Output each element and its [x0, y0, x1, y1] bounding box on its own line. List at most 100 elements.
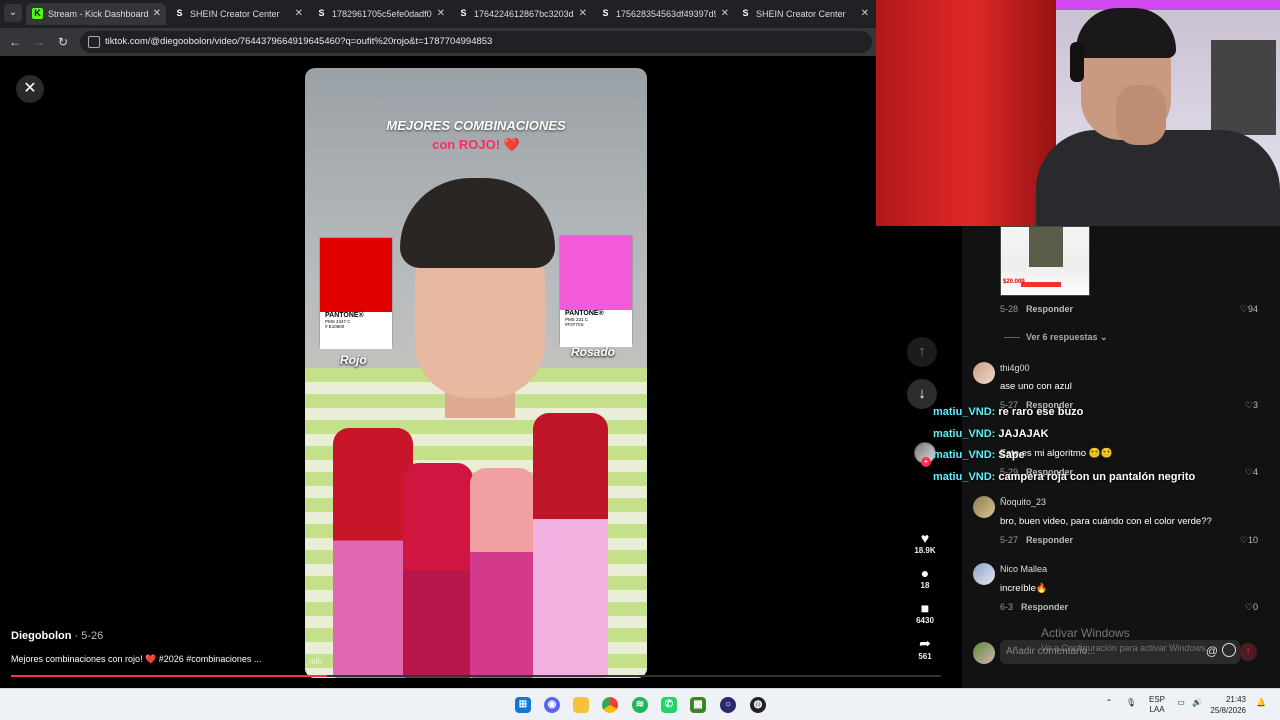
- next-video-button[interactable]: ↓: [907, 379, 937, 409]
- clock[interactable]: 21:43 25/8/2026: [1206, 694, 1246, 716]
- tab-close-icon[interactable]: ✕: [153, 3, 161, 25]
- browser-toolbar: ← → ↻ tiktok.com/@diegoobolon/video/7644…: [0, 28, 876, 56]
- comment-username[interactable]: thi4g00: [1000, 363, 1030, 373]
- video-progress-bar[interactable]: [11, 675, 941, 677]
- comment-like[interactable]: ♡0: [1218, 602, 1258, 613]
- emoji-icon[interactable]: [1222, 643, 1236, 657]
- tab-shein-creator-center-2[interactable]: S SHEIN Creator Center ✕: [734, 3, 874, 25]
- whatsapp-icon[interactable]: ✆: [661, 697, 677, 713]
- pantone-swatch-pink: PANTONE® PMS 231 C #F377C6: [560, 236, 632, 347]
- activate-windows-title: Activar Windows: [1041, 626, 1130, 640]
- comment-like[interactable]: ♡10: [1218, 535, 1258, 546]
- post-comment-button[interactable]: ↑: [1239, 643, 1257, 661]
- post-date: · 5-26: [71, 630, 104, 642]
- like-button[interactable]: ♥ 18.9K: [904, 530, 946, 555]
- tiktok-video-page: ✕ MEJORES COMBINACIONES con ROJO! ❤️ PAN…: [0, 56, 876, 688]
- comment-like[interactable]: ♡3: [1218, 400, 1258, 411]
- reply-button[interactable]: Responder: [1021, 602, 1068, 612]
- avatar[interactable]: [973, 563, 995, 585]
- app-ring-icon[interactable]: ○: [720, 697, 736, 713]
- tab-label: 1782961705c5efe0dadf01b: [332, 9, 432, 19]
- comment-text: bro, buen video, para cuándo con el colo…: [1000, 516, 1212, 527]
- reply-button[interactable]: Responder: [1026, 304, 1073, 314]
- tab-close-icon[interactable]: ✕: [295, 3, 303, 25]
- volume-icon[interactable]: 🔊: [1190, 698, 1204, 720]
- network-icon[interactable]: ▭: [1174, 698, 1188, 720]
- chat-message: matiu_VND: campera roja con un pantalón …: [933, 471, 1195, 483]
- tab-close-icon[interactable]: ✕: [721, 3, 729, 25]
- swatch-chip: [325, 243, 387, 309]
- tab-close-icon[interactable]: ✕: [437, 3, 445, 25]
- tab-shein-image-1[interactable]: S 1782961705c5efe0dadf01b ✕: [310, 3, 450, 25]
- comment-like[interactable]: ♡4: [1218, 467, 1258, 478]
- video-player[interactable]: MEJORES COMBINACIONES con ROJO! ❤️ PANTO…: [305, 68, 647, 678]
- reload-icon[interactable]: ↻: [55, 34, 71, 50]
- share-button[interactable]: ➦ 561: [904, 635, 946, 661]
- language-code: ESP: [1148, 695, 1165, 704]
- tab-shein-image-3[interactable]: S 175628354563df49397d9 ✕: [594, 3, 734, 25]
- tray-chevron-icon[interactable]: ⌃: [1103, 698, 1115, 720]
- comment-username[interactable]: Ñoquito_23: [1000, 497, 1046, 507]
- author-name[interactable]: Diegobolon: [11, 630, 72, 642]
- spotify-icon[interactable]: ≋: [632, 697, 648, 713]
- reply-button[interactable]: Responder: [1026, 535, 1073, 545]
- forward-arrow-icon[interactable]: →: [31, 34, 47, 50]
- notification-icon[interactable]: 🔔: [1254, 698, 1268, 720]
- tab-shein-image-2[interactable]: S 1764224612867bc3203d0 ✕: [452, 3, 592, 25]
- close-video-button[interactable]: ✕: [16, 75, 44, 103]
- view-replies-label[interactable]: Ver 6 respuestas ⌄: [1026, 332, 1108, 342]
- tab-search-chevron-icon[interactable]: ⌄: [4, 4, 22, 22]
- chrome-icon[interactable]: [602, 697, 618, 713]
- windows-taskbar: ⊞ ◉ ≋ ✆ ▦ ○ ◍ ⌃ 🎙 ESP LAA ▭ 🔊 21:43 25/8…: [0, 688, 1280, 720]
- model-track-jacket: [533, 413, 608, 678]
- tab-kick-dashboard[interactable]: K Stream - Kick Dashboard ✕: [26, 3, 166, 25]
- tab-close-icon[interactable]: ✕: [861, 3, 869, 25]
- previous-video-button[interactable]: ↑: [907, 337, 937, 367]
- file-explorer-icon[interactable]: [573, 697, 589, 713]
- comment-text: ase uno con azul: [1000, 381, 1072, 392]
- input-language[interactable]: ESP LAA: [1146, 695, 1168, 720]
- minecraft-icon[interactable]: ▦: [690, 697, 706, 713]
- discord-icon[interactable]: ◉: [544, 697, 560, 713]
- tab-close-icon[interactable]: ✕: [579, 3, 587, 25]
- comment-like-count: 0: [1252, 602, 1258, 612]
- clock-time: 21:43: [1225, 695, 1246, 704]
- comment-count: 18: [920, 581, 930, 590]
- address-bar[interactable]: tiktok.com/@diegoobolon/video/7644379664…: [80, 31, 872, 53]
- avatar[interactable]: [973, 496, 995, 518]
- swatch-brand: PANTONE®: [325, 312, 364, 319]
- post-caption[interactable]: Mejores combinaciones con rojo! ❤️ #2026…: [11, 654, 261, 665]
- back-arrow-icon[interactable]: ←: [7, 34, 23, 50]
- chat-message: matiu_VND: Sape: [933, 449, 1025, 461]
- view-replies-button[interactable]: Ver 6 respuestas ⌄: [1004, 332, 1108, 343]
- video-watermark: mih: [309, 657, 322, 666]
- comment-date: 5-27: [1000, 535, 1019, 545]
- site-info-icon[interactable]: [88, 36, 100, 48]
- pantone-swatch-red: PANTONE® PMS 2347 C # E10600: [320, 238, 392, 349]
- save-button[interactable]: ■ 6430: [904, 600, 946, 625]
- model-red-jacket: [333, 428, 413, 678]
- tab-label: 1764224612867bc3203d0: [474, 9, 574, 19]
- replies-divider: [1004, 337, 1020, 339]
- avatar[interactable]: [973, 362, 995, 384]
- shein-icon: S: [176, 8, 183, 18]
- comment-username[interactable]: Nico Mallea: [1000, 564, 1047, 574]
- url-text[interactable]: tiktok.com/@diegoobolon/video/7644379664…: [105, 31, 492, 53]
- swatch-hex: # E10600: [325, 324, 345, 329]
- comment-text: increíble🔥: [1000, 583, 1048, 594]
- swatch-hex: #F377C6: [565, 322, 584, 327]
- comment-image[interactable]: $20.009: [1000, 226, 1090, 296]
- clock-date: 25/8/2026: [1210, 706, 1246, 715]
- microphone-icon[interactable]: 🎙: [1124, 698, 1138, 720]
- video-progress-fill: [11, 675, 328, 677]
- start-icon[interactable]: ⊞: [515, 697, 531, 713]
- comment-button[interactable]: ● 18: [904, 565, 946, 590]
- comment-like[interactable]: ♡94: [1218, 304, 1258, 315]
- obs-icon[interactable]: ◍: [750, 697, 766, 713]
- post-author[interactable]: Diegobolon · 5-26: [11, 630, 103, 642]
- shein-icon: S: [318, 8, 325, 18]
- follow-plus-icon[interactable]: +: [921, 457, 931, 467]
- tab-shein-creator-center[interactable]: S SHEIN Creator Center ✕: [168, 3, 308, 25]
- kick-icon: K: [32, 8, 43, 19]
- activate-windows-subtitle: Ve a Configuración para activar Windows.: [1041, 643, 1209, 653]
